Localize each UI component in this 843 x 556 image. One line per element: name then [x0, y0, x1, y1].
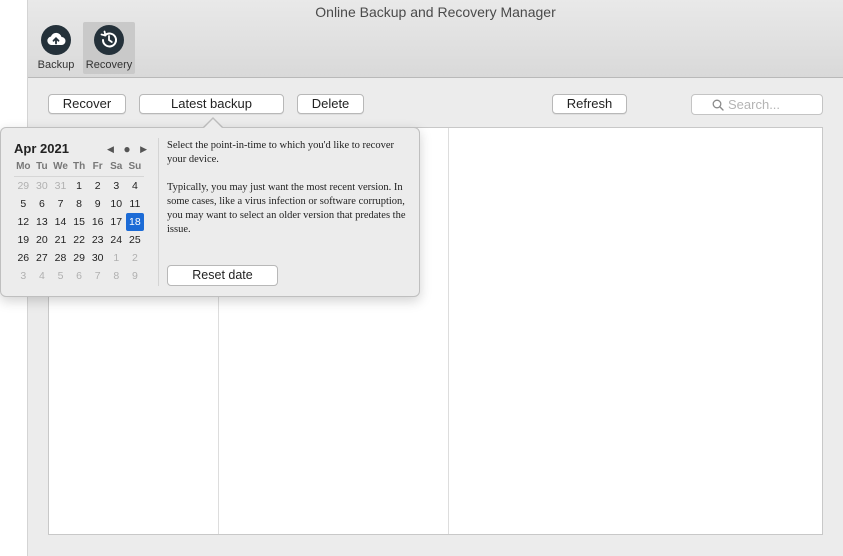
calendar-day[interactable]: 22: [70, 231, 89, 249]
calendar-day[interactable]: 5: [51, 267, 70, 285]
help-paragraph: Select the point-in-time to which you'd …: [167, 140, 394, 165]
recover-button[interactable]: Recover: [48, 94, 126, 114]
history-clock-icon: [94, 25, 124, 55]
popover-help-text: Select the point-in-time to which you'd …: [167, 139, 412, 251]
weekday-header: Su: [125, 159, 145, 177]
delete-button[interactable]: Delete: [297, 94, 364, 114]
toolbar-backup-label: Backup: [37, 59, 75, 71]
calendar-day[interactable]: 3: [107, 177, 126, 195]
calendar-day[interactable]: 25: [126, 231, 145, 249]
calendar-day[interactable]: 7: [88, 267, 107, 285]
calendar-day[interactable]: 9: [126, 267, 145, 285]
weekday-header: Sa: [106, 159, 126, 177]
calendar-day[interactable]: 8: [70, 195, 89, 213]
calendar-day[interactable]: 27: [33, 249, 52, 267]
calendar-day[interactable]: 10: [107, 195, 126, 213]
reset-date-button[interactable]: Reset date: [167, 265, 278, 286]
calendar-day[interactable]: 26: [14, 249, 33, 267]
calendar-day[interactable]: 30: [33, 177, 52, 195]
calendar-day[interactable]: 9: [88, 195, 107, 213]
calendar-month-label: Apr 2021: [14, 141, 69, 156]
calendar-day[interactable]: 2: [126, 249, 145, 267]
column-divider[interactable]: [448, 128, 449, 534]
calendar-day[interactable]: 30: [88, 249, 107, 267]
calendar-day[interactable]: 5: [14, 195, 33, 213]
popover-arrow-fill: [204, 119, 222, 128]
calendar-day[interactable]: 4: [33, 267, 52, 285]
calendar-day[interactable]: 13: [33, 213, 52, 231]
calendar-day[interactable]: 11: [126, 195, 145, 213]
calendar-day[interactable]: 1: [107, 249, 126, 267]
toolbar-recovery-label: Recovery: [85, 59, 133, 71]
search-field[interactable]: Search...: [691, 94, 823, 115]
calendar-day[interactable]: 20: [33, 231, 52, 249]
window-title: Online Backup and Recovery Manager: [315, 4, 556, 20]
calendar-day[interactable]: 6: [33, 195, 52, 213]
calendar-day[interactable]: 6: [70, 267, 89, 285]
calendar-day[interactable]: 29: [70, 249, 89, 267]
title-bar: Online Backup and Recovery Manager Backu…: [28, 0, 843, 78]
search-placeholder: Search...: [728, 97, 781, 112]
popover-divider: [158, 138, 159, 286]
date-picker-popover: Apr 2021 ◀ ● ▶ Mo Tu We Th Fr Sa Su 29 30 31 1 2 3 4 5…: [0, 127, 420, 297]
previous-month-icon[interactable]: ◀: [107, 144, 114, 155]
help-paragraph: Typically, you may just want the most re…: [167, 182, 406, 235]
calendar-grid: Mo Tu We Th Fr Sa Su 29 30 31 1 2 3 4 5 6 7 8 9 10 11 12 13 14 1…: [14, 159, 146, 285]
weekday-header: We: [51, 159, 70, 177]
calendar-day[interactable]: 31: [51, 177, 70, 195]
calendar-day[interactable]: 17: [107, 213, 126, 231]
cloud-upload-icon: [41, 25, 71, 55]
calendar-day[interactable]: 23: [88, 231, 107, 249]
calendar-day[interactable]: 24: [107, 231, 126, 249]
weekday-header: Fr: [88, 159, 107, 177]
calendar-day[interactable]: 7: [51, 195, 70, 213]
calendar-day[interactable]: 1: [70, 177, 89, 195]
refresh-button[interactable]: Refresh: [552, 94, 627, 114]
today-dot-icon[interactable]: ●: [123, 142, 130, 156]
calendar-day[interactable]: 29: [14, 177, 33, 195]
weekday-header: Tu: [32, 159, 52, 177]
latest-backup-button[interactable]: Latest backup: [139, 94, 284, 114]
calendar-day[interactable]: 21: [51, 231, 70, 249]
weekday-header: Mo: [14, 159, 33, 177]
calendar-day[interactable]: 19: [14, 231, 33, 249]
toolbar-recovery[interactable]: Recovery: [83, 22, 135, 74]
weekday-header: Th: [69, 159, 89, 177]
toolbar-backup[interactable]: Backup: [30, 22, 82, 74]
calendar-day[interactable]: 3: [14, 267, 33, 285]
next-month-icon[interactable]: ▶: [140, 144, 147, 155]
calendar-day[interactable]: 16: [88, 213, 107, 231]
calendar-day[interactable]: 28: [51, 249, 70, 267]
calendar-day-selected[interactable]: 18: [125, 213, 145, 231]
calendar-day[interactable]: 15: [70, 213, 89, 231]
calendar-day[interactable]: 14: [51, 213, 70, 231]
calendar-day[interactable]: 8: [107, 267, 126, 285]
calendar-day[interactable]: 4: [126, 177, 145, 195]
search-icon: [712, 99, 724, 111]
calendar-navigation: ◀ ● ▶: [107, 142, 147, 156]
calendar-day[interactable]: 12: [14, 213, 33, 231]
calendar-day[interactable]: 2: [88, 177, 107, 195]
